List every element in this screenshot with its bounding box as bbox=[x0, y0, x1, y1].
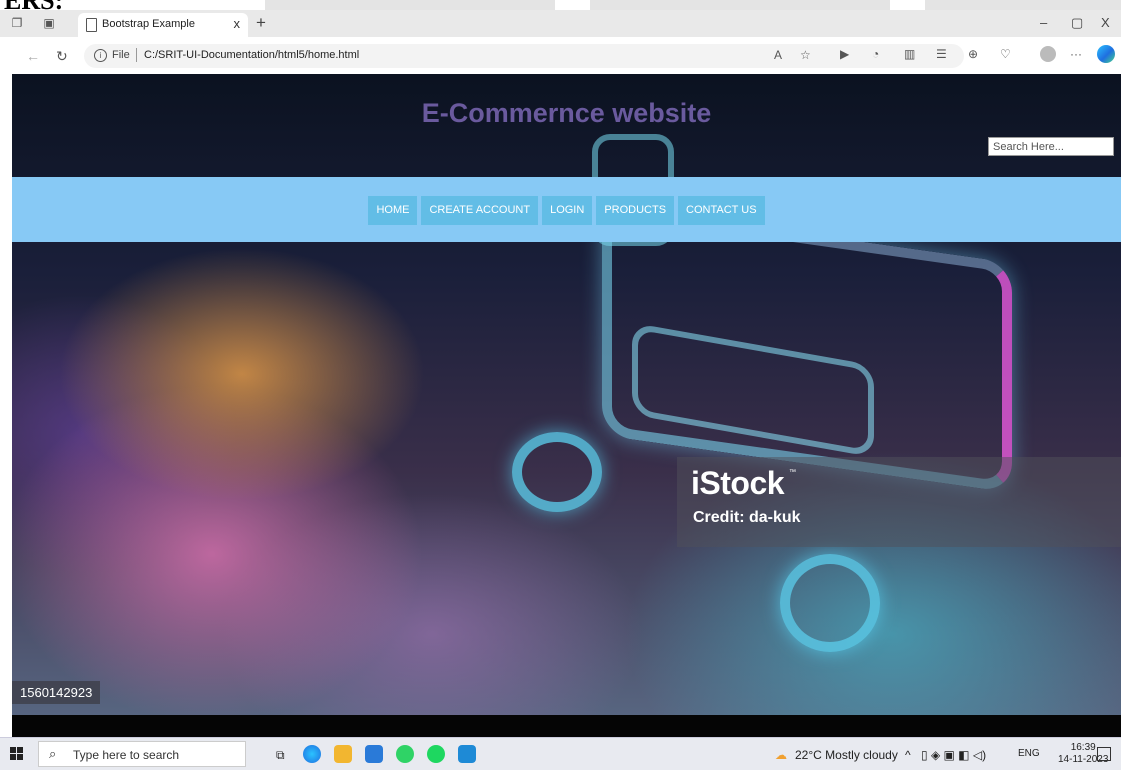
cart-wheel-graphic bbox=[512, 432, 602, 512]
play-icon[interactable]: ▶ bbox=[840, 47, 849, 61]
nav-menu: HOME CREATE ACCOUNT LOGIN PRODUCTS CONTA… bbox=[12, 196, 1121, 225]
tab-close-button[interactable]: x bbox=[234, 16, 241, 31]
nav-create-account[interactable]: CREATE ACCOUNT bbox=[421, 196, 539, 225]
split-screen-icon[interactable]: ▥ bbox=[904, 47, 915, 61]
search-icon: ⌕ bbox=[49, 746, 57, 761]
more-menu-icon[interactable]: ··· bbox=[1070, 47, 1082, 61]
page-icon bbox=[86, 18, 97, 32]
taskbar-search[interactable]: ⌕ Type here to search bbox=[38, 741, 246, 767]
document-strip: ERS: bbox=[0, 0, 1121, 10]
watermark-trademark: ™ bbox=[789, 469, 796, 476]
address-separator bbox=[136, 48, 137, 62]
site-navbar: HOME CREATE ACCOUNT LOGIN PRODUCTS CONTA… bbox=[12, 177, 1121, 242]
file-explorer-icon[interactable] bbox=[334, 745, 352, 763]
weather-text[interactable]: 22°C Mostly cloudy bbox=[795, 748, 898, 762]
nav-login[interactable]: LOGIN bbox=[542, 196, 593, 225]
back-icon[interactable]: ← bbox=[26, 48, 40, 64]
site-title: E-Commernce website bbox=[421, 98, 712, 128]
site-header: E-Commernce website bbox=[12, 74, 1121, 177]
tab-actions-icon[interactable]: ▣ bbox=[42, 16, 56, 30]
windows-taskbar: ⌕ Type here to search ⧉ ☁ 22°C Mostly cl… bbox=[0, 737, 1121, 770]
image-id-label: 1560142923 bbox=[12, 681, 101, 704]
refresh-icon[interactable]: ↻ bbox=[56, 48, 68, 65]
site-search-input[interactable] bbox=[988, 137, 1114, 156]
document-heading: ERS: bbox=[4, 0, 63, 10]
browser-tab-bar: ❐ ▣ Bootstrap Example x + – ▢ X bbox=[0, 10, 1121, 37]
browser-tab[interactable]: Bootstrap Example x bbox=[78, 13, 248, 37]
page-footer-strip bbox=[12, 715, 1121, 737]
tray-chevron-icon[interactable]: ^ bbox=[905, 748, 911, 762]
spotify-icon[interactable] bbox=[427, 745, 445, 763]
language-indicator[interactable]: ENG bbox=[1018, 748, 1040, 759]
close-window-button[interactable]: X bbox=[1101, 15, 1110, 30]
decorative-block bbox=[590, 0, 890, 10]
nav-contact-us[interactable]: CONTACT US bbox=[678, 196, 765, 225]
mail-app-icon[interactable] bbox=[365, 745, 383, 763]
tab-title: Bootstrap Example bbox=[102, 18, 195, 30]
decorative-block bbox=[265, 0, 555, 10]
copilot-icon[interactable] bbox=[1097, 45, 1115, 63]
watermark-brand: iStock bbox=[691, 465, 785, 501]
new-tab-button[interactable]: + bbox=[256, 14, 266, 31]
decorative-block bbox=[925, 0, 1121, 10]
vscode-icon[interactable] bbox=[458, 745, 476, 763]
minimize-button[interactable]: – bbox=[1040, 15, 1047, 30]
restore-button[interactable]: ▢ bbox=[1071, 15, 1083, 31]
tray-status-icons[interactable]: ▯ ◈ ▣ ◧ ◁) bbox=[921, 748, 986, 762]
task-view-icon[interactable]: ⧉ bbox=[276, 748, 285, 763]
edge-app-icon[interactable] bbox=[303, 745, 321, 763]
whatsapp-icon[interactable] bbox=[396, 745, 414, 763]
cart-wheel-graphic bbox=[780, 554, 880, 652]
info-icon[interactable]: i bbox=[94, 49, 107, 62]
favorites-icon[interactable]: ☰ bbox=[936, 47, 947, 61]
address-file-label: File bbox=[112, 49, 130, 61]
read-aloud-icon[interactable]: A bbox=[774, 48, 782, 62]
nav-home[interactable]: HOME bbox=[368, 196, 418, 225]
favorite-star-icon[interactable]: ☆ bbox=[800, 48, 811, 62]
address-bar[interactable]: i File C:/SRIT-UI-Documentation/html5/ho… bbox=[84, 44, 964, 68]
profile-avatar[interactable] bbox=[1040, 46, 1056, 62]
nav-products[interactable]: PRODUCTS bbox=[596, 196, 675, 225]
workspaces-icon[interactable]: ❐ bbox=[10, 16, 24, 30]
browser-toolbar: ← ↻ i File C:/SRIT-UI-Documentation/html… bbox=[0, 37, 1121, 74]
taskbar-search-placeholder: Type here to search bbox=[73, 748, 180, 762]
watermark-credit: Credit: da-kuk bbox=[693, 509, 801, 526]
collections-icon[interactable]: ⊕ bbox=[968, 47, 978, 61]
istock-watermark: iStock ™ Credit: da-kuk bbox=[677, 457, 1121, 547]
address-url[interactable]: C:/SRIT-UI-Documentation/html5/home.html bbox=[144, 49, 359, 61]
windows-start-icon[interactable] bbox=[10, 747, 24, 761]
weather-icon[interactable]: ☁ bbox=[775, 748, 787, 762]
web-page: E-Commernce website HOME CREATE ACCOUNT … bbox=[12, 74, 1121, 737]
browser-essentials-icon[interactable]: ♡ bbox=[1000, 47, 1011, 61]
extension-icon[interactable]: ◔ bbox=[872, 47, 879, 61]
notification-icon[interactable] bbox=[1097, 747, 1111, 761]
